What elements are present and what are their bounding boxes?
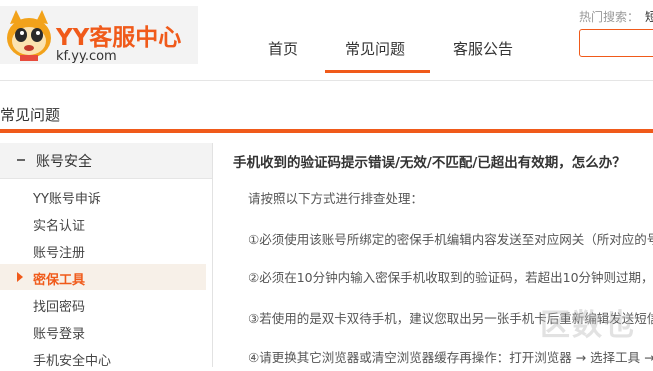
sidebar-section-header[interactable]: 账号安全 bbox=[0, 143, 212, 179]
sidebar-section-title: 账号安全 bbox=[36, 154, 92, 170]
sidebar-item-label: 找回密码 bbox=[33, 300, 86, 315]
nav-home[interactable]: 首页 bbox=[268, 38, 298, 59]
sidebar-item-label: 手机安全中心 bbox=[33, 354, 112, 369]
answer-step: ②必须在10分钟内输入密保手机收取到的验证码，若超出10分钟则过期，建议 bbox=[248, 270, 653, 285]
sidebar-item-phone-security[interactable]: 手机安全中心 bbox=[0, 345, 206, 371]
answer-intro: 请按照以下方式进行排查处理： bbox=[248, 191, 424, 206]
sidebar-item-label: 实名认证 bbox=[33, 219, 86, 234]
site-header: YY客服中心 kf.yy.com 首页 常见问题 客服公告 热门搜索： 短 bbox=[0, 0, 653, 80]
page-title: 常见问题 bbox=[0, 106, 61, 124]
logo-title: YY客服中心 bbox=[56, 25, 182, 51]
sidebar-item-real-name[interactable]: 实名认证 bbox=[0, 210, 206, 236]
nav-faq[interactable]: 常见问题 bbox=[345, 38, 405, 59]
active-arrow-icon bbox=[17, 272, 23, 282]
nav-announcements[interactable]: 客服公告 bbox=[453, 38, 513, 59]
question-title: 手机收到的验证码提示错误/无效/不匹配/已超出有效期，怎么办？ bbox=[233, 155, 626, 171]
sidebar-item-account-appeal[interactable]: YY账号申诉 bbox=[0, 183, 206, 209]
site-logo[interactable]: YY客服中心 kf.yy.com bbox=[0, 6, 198, 64]
sidebar-item-label: 密保工具 bbox=[33, 273, 86, 288]
sidebar-item-login[interactable]: 账号登录 bbox=[0, 318, 206, 344]
hot-search-label: 热门搜索： bbox=[579, 10, 640, 24]
page-title-bar bbox=[0, 129, 653, 133]
nav-active-indicator bbox=[325, 70, 430, 73]
sidebar-item-register[interactable]: 账号注册 bbox=[0, 237, 206, 263]
sidebar-item-label: 账号登录 bbox=[33, 327, 86, 342]
sidebar-item-label: YY账号申诉 bbox=[33, 192, 101, 207]
hot-search-keyword[interactable]: 短 bbox=[645, 8, 653, 25]
sidebar-item-label: 账号注册 bbox=[33, 246, 86, 261]
sidebar-item-security-tools[interactable]: 密保工具 bbox=[0, 264, 206, 290]
answer-step: ①必须使用该账号所绑定的密保手机编辑内容发送至对应网关（所对应的号码 bbox=[248, 232, 653, 247]
logo-domain: kf.yy.com bbox=[56, 49, 117, 64]
yy-mascot-icon bbox=[7, 10, 51, 61]
header-divider bbox=[0, 80, 653, 81]
search-input[interactable] bbox=[579, 29, 653, 57]
collapse-icon bbox=[17, 159, 25, 161]
sidebar: 账号安全 YY账号申诉 实名认证 账号注册 密保工具 找回密码 账号登录 手机安… bbox=[0, 143, 213, 369]
sidebar-item-recover-password[interactable]: 找回密码 bbox=[0, 291, 206, 317]
answer-step: ④请更换其它浏览器或清空浏览器缓存再操作：打开浏览器 → 选择工具 → In bbox=[248, 350, 653, 365]
watermark: 区数也 bbox=[540, 308, 636, 343]
